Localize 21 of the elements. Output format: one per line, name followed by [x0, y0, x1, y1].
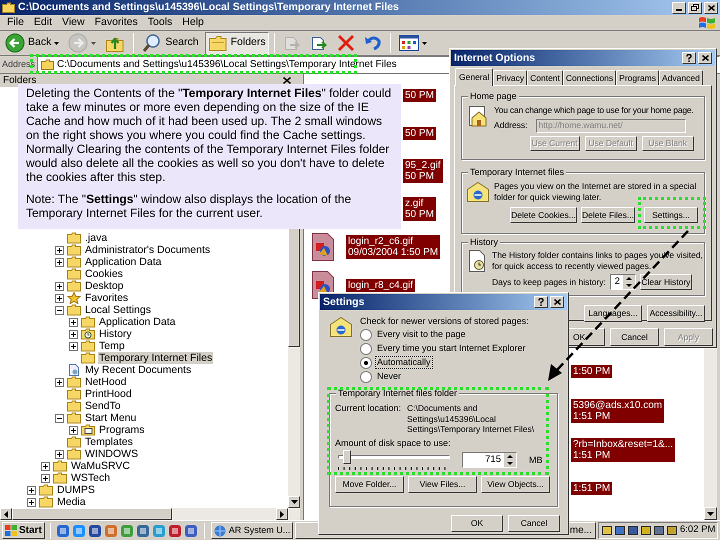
prompt-text: Check for newer versions of stored pages:: [360, 316, 529, 326]
clock: 6:02 PM: [680, 523, 716, 538]
description-text: Pages you view on the Internet are stored in a special folder for quick viewing later.: [494, 181, 698, 202]
window-title: Settings: [323, 296, 364, 308]
field-label: Address:: [494, 120, 528, 131]
callout-paragraph: Note: The "Settings" window also displays the location of the Temporary Internet Files for the current user.: [26, 192, 352, 220]
window-title: C:\Documents and Settings\u145396\Local Settings\Temporary Internet Files: [18, 0, 399, 15]
description-text: You can change which page to use for your home page.: [494, 105, 694, 116]
callout-paragraph: Deleting the Contents of the "Temporary Internet Files" folder could take a few minutes or more even depending on the size of the IE Cache and how much of it had been used up. The 2 small windows on the right shows you where you could find the Cache settings. Normally Clearing the contents of the Temporary Internet Files folder would also delete all the cookies as well so you don't have to delete the cookies after this step.: [26, 86, 392, 184]
field-label: Days to keep pages in history:: [492, 276, 606, 288]
pane-title: Folders: [3, 74, 36, 88]
field-label: Amount of disk space to use:: [335, 438, 452, 448]
unit-label: MB: [529, 454, 542, 466]
field-label: Current location:: [335, 403, 402, 415]
group-title: Home page: [468, 90, 519, 102]
spinner-value: 715: [484, 454, 502, 466]
group-title: Temporary Internet files: [468, 166, 566, 178]
address-label: Address: [2, 58, 36, 71]
location-path: C:\Documents and Settings\u145396\Local Settings\Temporary Internet Files\: [407, 403, 534, 434]
spinner-value: 2: [614, 276, 621, 288]
group-title: History: [468, 236, 500, 248]
